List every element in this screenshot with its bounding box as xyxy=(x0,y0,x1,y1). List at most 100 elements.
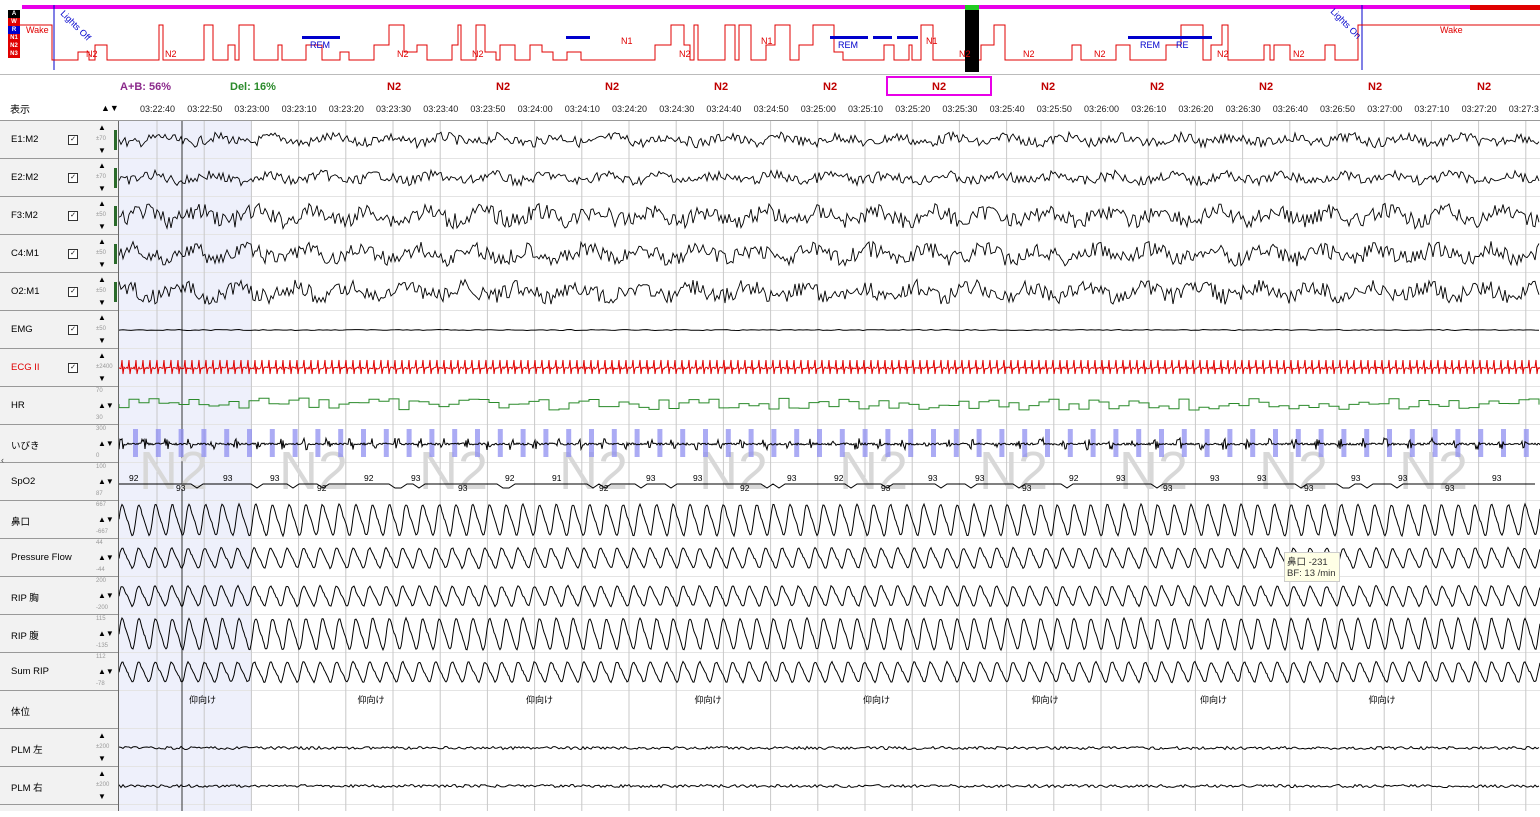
channel-row-4[interactable]: O2:M1 ✓ ▲ ▼ ±50 xyxy=(0,273,118,311)
channel-scale-top: 44 xyxy=(96,540,103,546)
scale-arrows-icon[interactable]: ▲▼ xyxy=(98,516,114,524)
channel-name: RIP 腹 xyxy=(11,631,39,642)
channel-visible-checkbox[interactable]: ✓ xyxy=(68,173,78,183)
hypnogram-label: N1 xyxy=(621,36,633,46)
channel-row-2[interactable]: F3:M2 ✓ ▲ ▼ ±50 xyxy=(0,197,118,235)
scale-down-arrow-icon[interactable]: ▼ xyxy=(98,793,106,801)
time-tick-label: 03:25:40 xyxy=(989,104,1025,114)
channel-row-12[interactable]: RIP 胸 200 -200 ▲▼ xyxy=(0,577,118,615)
scale-arrows-icon[interactable]: ▲▼ xyxy=(98,592,114,600)
channel-scale-bottom: 0 xyxy=(96,453,100,459)
epoch-stage-label[interactable]: N2 xyxy=(605,81,619,93)
channel-visible-checkbox[interactable]: ✓ xyxy=(68,135,78,145)
scale-arrows-icon[interactable]: ▲▼ xyxy=(98,668,114,676)
channel-name: HR xyxy=(11,400,25,411)
scale-arrows-icon[interactable]: ▲▼ xyxy=(98,630,114,638)
signal-traces[interactable]: N2 N2 N2 N2 N2 N2 N2 N2 N2 N2929393 939292 939392 91… xyxy=(119,121,1540,811)
stage-watermark: N2 xyxy=(139,441,208,501)
hypnogram-label: N2 xyxy=(86,49,98,59)
scale-down-arrow-icon[interactable]: ▼ xyxy=(98,147,106,155)
hypnogram-label: Lights On xyxy=(1329,6,1363,40)
scale-arrows-icon[interactable]: ▲▼ xyxy=(98,440,114,448)
channel-row-3[interactable]: C4:M1 ✓ ▲ ▼ ±50 xyxy=(0,235,118,273)
spo2-value-label: 93 xyxy=(928,473,938,483)
channel-row-5[interactable]: EMG ✓ ▲ ▼ ±50 xyxy=(0,311,118,349)
epoch-stage-bar[interactable]: A+B: 56% Del: 16% N2 N2 N2 N2 N2 N2 N2 N2 N2 N2 N2 xyxy=(0,76,1540,98)
scale-up-arrow-icon[interactable]: ▲ xyxy=(98,352,106,360)
scale-down-arrow-icon[interactable]: ▼ xyxy=(98,261,106,269)
scale-up-arrow-icon[interactable]: ▲ xyxy=(98,124,106,132)
epoch-stage-label[interactable]: N2 xyxy=(1259,81,1273,93)
epoch-stage-label[interactable]: N2 xyxy=(714,81,728,93)
scale-arrows-icon[interactable]: ▲▼ xyxy=(98,478,114,486)
scale-up-arrow-icon[interactable]: ▲ xyxy=(98,162,106,170)
spo2-value-label: 93 xyxy=(1398,473,1408,483)
channel-row-16[interactable]: PLM 左 ▲ ▼ ±200 xyxy=(0,729,118,767)
scale-down-arrow-icon[interactable]: ▼ xyxy=(98,223,106,231)
epoch-stage-label[interactable]: N2 xyxy=(496,81,510,93)
channel-row-17[interactable]: PLM 右 ▲ ▼ ±200 xyxy=(0,767,118,805)
scale-up-arrow-icon[interactable]: ▲ xyxy=(98,276,106,284)
channel-visible-checkbox[interactable]: ✓ xyxy=(68,249,78,259)
time-tick-label: 03:24:20 xyxy=(612,104,648,114)
epoch-stage-label[interactable]: N2 xyxy=(387,81,401,93)
snore-event-marker xyxy=(817,429,822,457)
epoch-stage-label[interactable]: N2 xyxy=(1368,81,1382,93)
snore-event-marker xyxy=(908,429,914,457)
channel-row-10[interactable]: 鼻口 667 -667 ▲▼ xyxy=(0,501,118,539)
signal-RIP 腹 xyxy=(119,616,1540,652)
channel-visible-checkbox[interactable]: ✓ xyxy=(68,287,78,297)
scale-down-arrow-icon[interactable]: ▼ xyxy=(98,337,106,345)
channel-row-6[interactable]: ECG II ✓ ▲ ▼ ±2400 xyxy=(0,349,118,387)
scale-up-arrow-icon[interactable]: ▲ xyxy=(98,732,106,740)
hypnogram-wake-end-bar xyxy=(1470,5,1540,10)
channel-visible-checkbox[interactable]: ✓ xyxy=(68,325,78,335)
channel-scale: ±200 xyxy=(96,782,110,788)
time-tick-label: 03:27:3 xyxy=(1508,104,1539,114)
scale-down-arrow-icon[interactable]: ▼ xyxy=(98,375,106,383)
scale-down-arrow-icon[interactable]: ▼ xyxy=(98,299,106,307)
scale-up-arrow-icon[interactable]: ▲ xyxy=(98,314,106,322)
hypnogram-label: Wake xyxy=(26,25,49,35)
channel-row-13[interactable]: RIP 腹 115 -135 ▲▼ xyxy=(0,615,118,653)
channel-scale-bottom: -78 xyxy=(96,681,105,687)
channel-row-8[interactable]: いびき 300 0 ▲▼ xyxy=(0,425,118,463)
channel-name: E1:M2 xyxy=(11,134,39,145)
selected-epoch-box[interactable] xyxy=(886,76,992,96)
channel-row-11[interactable]: Pressure Flow 44 -44 ▲▼ xyxy=(0,539,118,577)
scale-all-arrows[interactable]: ▲▼ xyxy=(101,103,119,113)
channel-visible-checkbox[interactable]: ✓ xyxy=(68,363,78,373)
hypnogram-top-bar xyxy=(22,5,1540,9)
epoch-stage-label[interactable]: N2 xyxy=(1477,81,1491,93)
scale-down-arrow-icon[interactable]: ▼ xyxy=(98,185,106,193)
time-tick-label: 03:22:50 xyxy=(187,104,223,114)
hypnogram-label: N2 xyxy=(679,49,691,59)
scale-up-arrow-icon[interactable]: ▲ xyxy=(98,770,106,778)
channel-row-15[interactable]: 体位 xyxy=(0,691,118,729)
channel-name: 鼻口 xyxy=(11,517,31,528)
collapse-panel-icon[interactable]: ‹ xyxy=(1,455,4,465)
hypnogram-label: N2 xyxy=(1217,49,1229,59)
spo2-value-label: 91 xyxy=(552,473,562,483)
epoch-stage-label[interactable]: N2 xyxy=(1041,81,1055,93)
scale-arrows-icon[interactable]: ▲▼ xyxy=(98,402,114,410)
hypnogram[interactable]: Wake Lights Off N2 N2 REM N2 N2 N1 N2 N1 REM N1 N2 N2… xyxy=(0,0,1540,75)
channel-row-0[interactable]: E1:M2 ✓ ▲ ▼ ±70 xyxy=(0,121,118,159)
scale-arrows-icon[interactable]: ▲▼ xyxy=(98,554,114,562)
scale-up-arrow-icon[interactable]: ▲ xyxy=(98,238,106,246)
channel-scale-bottom: -200 xyxy=(96,605,109,611)
hypnogram-plot[interactable]: Wake Lights OffN2 N2REMN2 N2N1N2N1 REM N1N2 N2… xyxy=(0,0,1540,74)
channel-row-1[interactable]: E2:M2 ✓ ▲ ▼ ±70 xyxy=(0,159,118,197)
channel-visible-checkbox[interactable]: ✓ xyxy=(68,211,78,221)
epoch-stage-label[interactable]: N2 xyxy=(1150,81,1164,93)
channel-name: E2:M2 xyxy=(11,172,39,183)
channel-row-14[interactable]: Sum RIP 112 -78 ▲▼ xyxy=(0,653,118,691)
channel-row-9[interactable]: SpO2 100 87 ▲▼ xyxy=(0,463,118,501)
epoch-stage-label[interactable]: N2 xyxy=(823,81,837,93)
scale-down-arrow-icon[interactable]: ▼ xyxy=(98,755,106,763)
channel-row-7[interactable]: HR 70 30 ▲▼ xyxy=(0,387,118,425)
channel-scale-top: 112 xyxy=(96,654,106,660)
time-tick-label: 03:26:10 xyxy=(1131,104,1167,114)
scale-up-arrow-icon[interactable]: ▲ xyxy=(98,200,106,208)
channel-scale-top: 300 xyxy=(96,426,107,432)
